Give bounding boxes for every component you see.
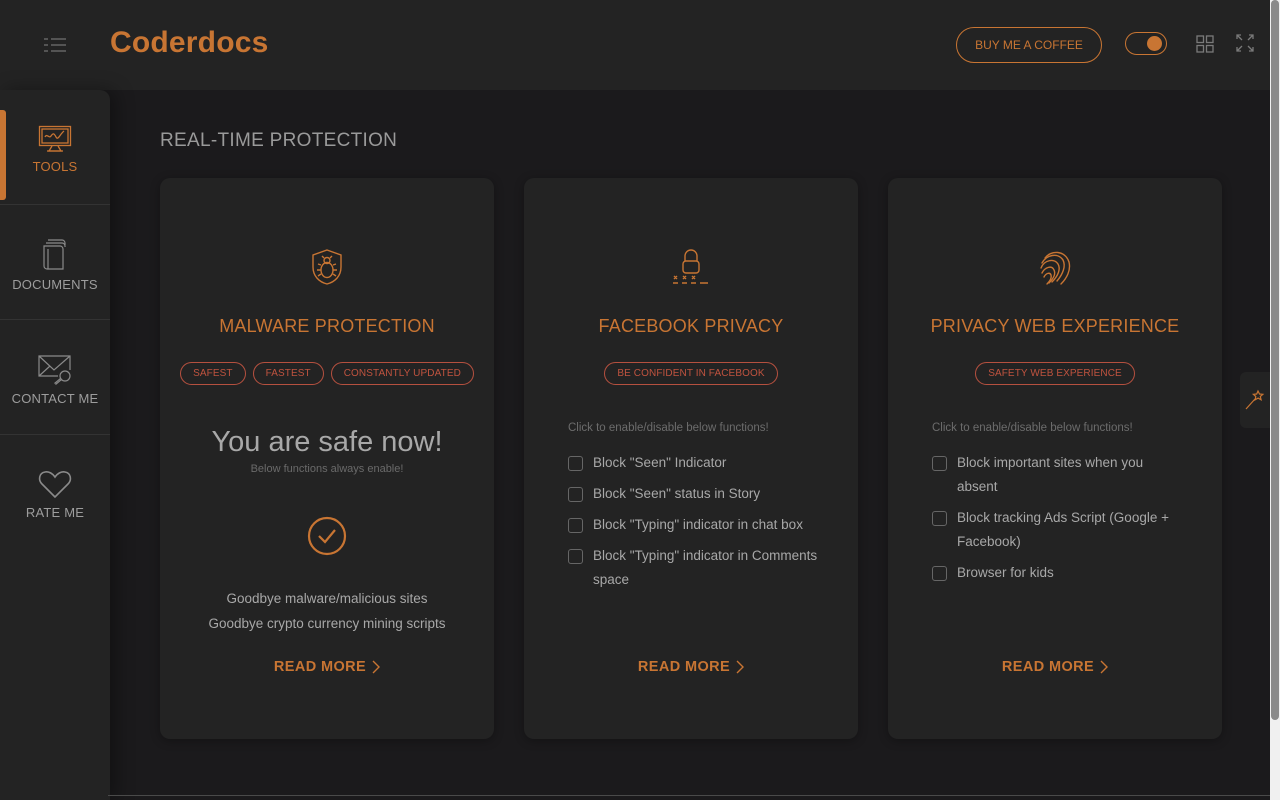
- checkbox[interactable]: [932, 566, 947, 581]
- option-checkbox-item[interactable]: Block "Seen" status in Story: [568, 484, 818, 506]
- checkbox[interactable]: [568, 518, 583, 533]
- option-label: Block "Seen" Indicator: [593, 455, 727, 470]
- magic-wand-icon: [1245, 389, 1265, 410]
- customizer-tab[interactable]: [1240, 372, 1270, 428]
- sidebar-item-documents[interactable]: DOCUMENTS: [0, 205, 110, 320]
- option-checkbox-item[interactable]: Block "Seen" Indicator: [568, 453, 818, 475]
- read-more-link[interactable]: READ MORE: [160, 659, 494, 675]
- read-more-link[interactable]: READ MORE: [888, 659, 1222, 675]
- read-more-label: READ MORE: [637, 659, 731, 675]
- chevron-right-icon: [372, 660, 381, 674]
- malware-protection-card: MALWARE PROTECTION SAFEST FASTEST CONSTA…: [160, 178, 494, 739]
- chevron-right-icon: [1100, 660, 1109, 674]
- option-label: Block "Typing" indicator in chat box: [593, 517, 803, 532]
- read-more-label: READ MORE: [1001, 659, 1095, 675]
- top-header: Coderdocs BUY ME A COFFEE: [0, 0, 1270, 90]
- privacy-web-experience-card: PRIVACY WEB EXPERIENCE SAFETY WEB EXPERI…: [888, 178, 1222, 739]
- bottom-divider: [108, 795, 1270, 796]
- facebook-privacy-card: FACEBOOK PRIVACY BE CONFIDENT IN FACEBOO…: [524, 178, 858, 739]
- sidebar-item-label: RATE ME: [25, 505, 85, 520]
- documents-icon: [43, 238, 66, 270]
- theme-toggle[interactable]: [1125, 32, 1167, 55]
- read-more-label: READ MORE: [273, 659, 367, 675]
- option-checkbox-item[interactable]: Block tracking Ads Script (Google + Face…: [932, 508, 1182, 554]
- option-list: Block important sites when you absent Bl…: [932, 453, 1182, 594]
- option-list: Block "Seen" Indicator Block "Seen" stat…: [568, 453, 818, 601]
- grid-view-icon[interactable]: [1196, 35, 1214, 53]
- feature-item: Goodbye malware/malicious sites: [226, 591, 428, 606]
- checkbox[interactable]: [568, 549, 583, 564]
- chevron-right-icon: [736, 660, 745, 674]
- option-checkbox-item[interactable]: Block "Typing" indicator in chat box: [568, 515, 818, 537]
- toggle-knob: [1147, 36, 1162, 51]
- read-more-link[interactable]: READ MORE: [524, 659, 858, 675]
- scrollbar-thumb[interactable]: [1271, 0, 1279, 720]
- mail-search-icon: [38, 354, 71, 385]
- card-title: PRIVACY WEB EXPERIENCE: [930, 316, 1180, 336]
- tag: BE CONFIDENT IN FACEBOOK: [604, 362, 778, 385]
- card-title: FACEBOOK PRIVACY: [598, 316, 784, 336]
- tag-list: BE CONFIDENT IN FACEBOOK: [544, 362, 838, 385]
- tag: SAFEST: [180, 362, 246, 385]
- monitor-icon: [38, 125, 72, 152]
- option-checkbox-item[interactable]: Block important sites when you absent: [932, 453, 1182, 499]
- hint-text: Click to enable/disable below functions!: [932, 422, 1133, 434]
- sidebar-item-label: TOOLS: [32, 158, 78, 174]
- checkbox[interactable]: [568, 456, 583, 471]
- sidebar-item-rate-me[interactable]: RATE ME: [0, 435, 110, 550]
- option-label: Block important sites when you absent: [957, 455, 1144, 494]
- sidebar-item-tools[interactable]: TOOLS: [0, 90, 110, 205]
- checkbox[interactable]: [932, 511, 947, 526]
- fingerprint-icon: [1040, 251, 1071, 285]
- menu-toggle-icon[interactable]: [40, 34, 70, 56]
- lock-password-icon: [673, 249, 708, 284]
- section-title: REAL-TIME PROTECTION: [160, 130, 398, 151]
- buy-me-a-coffee-button[interactable]: BUY ME A COFFEE: [956, 27, 1102, 63]
- sidebar-item-contact-me[interactable]: CONTACT ME: [0, 320, 110, 435]
- tag: CONSTANTLY UPDATED: [330, 362, 474, 385]
- option-checkbox-item[interactable]: Block "Typing" indicator in Comments spa…: [568, 546, 818, 592]
- tag: FASTEST: [252, 362, 324, 385]
- fullscreen-icon[interactable]: [1236, 34, 1254, 52]
- status-subtitle: Below functions always enable!: [250, 463, 404, 475]
- card-title: MALWARE PROTECTION: [219, 316, 435, 336]
- feature-item: Goodbye crypto currency mining scripts: [208, 616, 446, 631]
- checkbox[interactable]: [568, 487, 583, 502]
- option-label: Browser for kids: [957, 565, 1054, 580]
- app-logo[interactable]: Coderdocs: [110, 26, 269, 60]
- check-circle-icon: [307, 516, 347, 556]
- sidebar-item-label: DOCUMENTS: [12, 276, 98, 292]
- shield-bug-icon: [312, 249, 342, 285]
- option-checkbox-item[interactable]: Browser for kids: [932, 563, 1182, 585]
- option-label: Block tracking Ads Script (Google + Face…: [957, 510, 1169, 549]
- hint-text: Click to enable/disable below functions!: [568, 422, 769, 434]
- feature-list: Goodbye malware/malicious sites Goodbye …: [160, 586, 494, 636]
- status-title: You are safe now!: [211, 426, 443, 458]
- checkbox[interactable]: [932, 456, 947, 471]
- option-label: Block "Seen" status in Story: [593, 486, 761, 501]
- sidebar-item-label: CONTACT ME: [11, 390, 99, 406]
- option-label: Block "Typing" indicator in Comments spa…: [593, 548, 818, 587]
- tag-list: SAFEST FASTEST CONSTANTLY UPDATED: [180, 362, 474, 385]
- tag-list: SAFETY WEB EXPERIENCE: [908, 362, 1202, 385]
- page-scrollbar[interactable]: [1270, 0, 1280, 800]
- heart-icon: [38, 471, 72, 499]
- tag: SAFETY WEB EXPERIENCE: [975, 362, 1135, 385]
- sidebar: TOOLS DOCUMENTS CONTACT ME RATE ME: [0, 90, 110, 800]
